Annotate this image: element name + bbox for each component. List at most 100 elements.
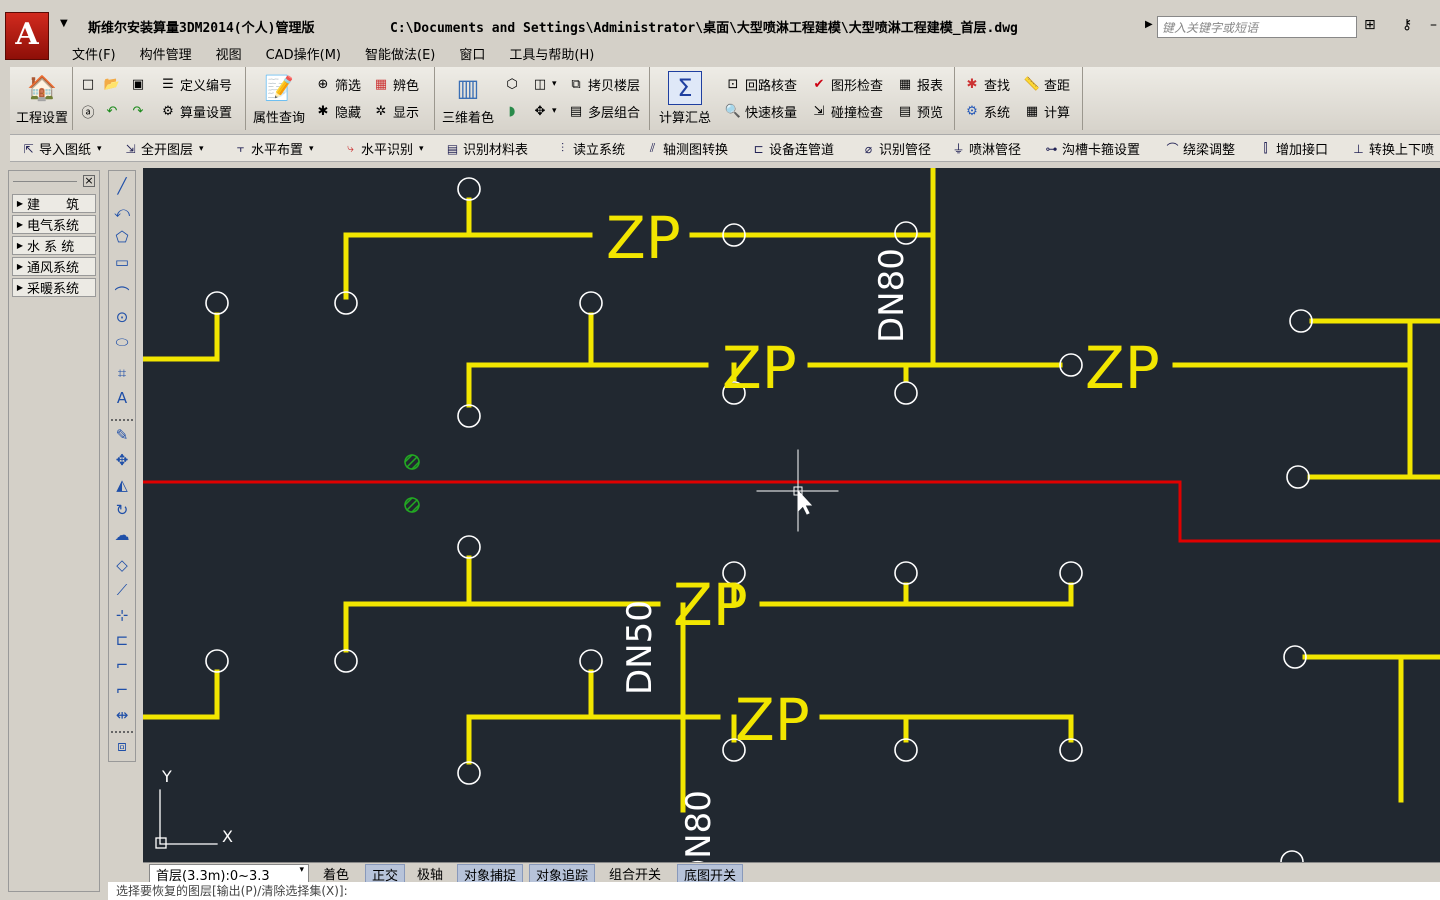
report-button[interactable]: ▦ 报表 <box>896 75 943 94</box>
pan-button[interactable]: ✥ ▾ <box>531 102 557 120</box>
copy-floor-button[interactable]: ⧉ 拷贝楼层 <box>567 75 640 94</box>
pipe-mid-branch-right[interactable] <box>1172 318 1440 480</box>
horizontal-recognize-button[interactable]: ⤷ 水平识别 ▾ <box>342 139 423 158</box>
cloud-tool-icon[interactable]: ☁ <box>111 526 133 548</box>
menu-tools-help[interactable]: 工具与帮助(H) <box>497 42 606 64</box>
expand-arrow-icon[interactable]: ▶ <box>13 262 27 271</box>
label-zp-3[interactable]: ZP <box>1085 334 1160 402</box>
view-cube-button[interactable]: ⬡ <box>503 75 524 93</box>
pipe-left-stub-top[interactable] <box>143 312 220 362</box>
drawing-svg[interactable]: ZP ZP ZP ZP ZP DN80 DN50 DN80 Y X <box>143 168 1440 862</box>
key-icon[interactable]: ⚷ <box>1402 17 1412 33</box>
loop-check-button[interactable]: ⊡ 回路核查 <box>724 75 797 94</box>
project-settings-button[interactable]: 🏠 工程设置 <box>13 71 71 126</box>
tree-item-heating[interactable]: ▶ 采暖系统 <box>12 278 96 297</box>
quick-access-dropdown-icon[interactable]: ▼ <box>60 18 68 29</box>
toggle-group[interactable]: 组合开关 <box>603 864 667 883</box>
groove-clamp-settings-button[interactable]: ⊶ 沟槽卡箍设置 <box>1043 139 1141 159</box>
expand-arrow-icon[interactable]: ▶ <box>13 241 27 250</box>
rotate-tool-icon[interactable]: ↻ <box>111 501 133 523</box>
label-zp-5[interactable]: ZP <box>735 686 810 754</box>
break-tool-icon[interactable]: ⊏ <box>111 631 133 653</box>
convert-up-down-spray-button[interactable]: ⊥ 转换上下喷 <box>1350 139 1434 159</box>
pipe-left-stub-bottom[interactable] <box>143 669 220 720</box>
label-dn80-bottom[interactable]: DN80 <box>679 790 719 862</box>
expand-arrow-icon[interactable]: ▶ <box>13 199 27 208</box>
calc-settings-button[interactable]: ⚙ 算量设置 <box>159 102 232 121</box>
toggle-shading[interactable]: 着色 <box>317 864 355 883</box>
hide-button[interactable]: ✱ 隐藏 <box>314 102 361 121</box>
import-drawing-button[interactable]: ⇱ 导入图纸 ▾ <box>20 139 101 159</box>
tree-item-water[interactable]: ▶ 水 系 统 <box>12 236 96 255</box>
system-button[interactable]: ⚙ 系统 <box>963 102 1010 121</box>
arc-tool-icon[interactable]: ⌒ <box>111 283 133 305</box>
menu-window[interactable]: 窗口 <box>447 42 497 64</box>
preview-button[interactable]: ▤ 预览 <box>896 102 943 121</box>
chevron-down-icon[interactable]: ▾ <box>299 865 304 875</box>
quick-check-button[interactable]: 🔍 快速核量 <box>724 102 797 121</box>
binoculars-icon[interactable]: ⊞ <box>1364 17 1376 33</box>
menu-smart-method[interactable]: 智能做法(E) <box>353 42 447 64</box>
undo-button[interactable]: ↶ <box>103 102 124 120</box>
app-logo[interactable]: A <box>5 12 49 60</box>
tree-item-ventilation[interactable]: ▶ 通风系统 <box>12 257 96 276</box>
label-zp-1[interactable]: ZP <box>606 204 681 272</box>
rectangle-tool-icon[interactable]: ▭ <box>111 253 133 275</box>
calc-summary-button[interactable]: Σ 计算汇总 <box>652 71 718 126</box>
erase-tool-icon[interactable]: ◇ <box>111 556 133 578</box>
label-dn80-top[interactable]: DN80 <box>872 248 912 343</box>
toggle-polar[interactable]: 极轴 <box>411 864 449 883</box>
polygon-tool-icon[interactable]: ⬠ <box>111 228 133 250</box>
move-tool-icon[interactable]: ✥ <box>111 451 133 473</box>
orbit-button[interactable]: ◗ <box>503 102 524 120</box>
three-d-color-button[interactable]: ▥ 三维着色 <box>437 71 499 126</box>
distance-check-button[interactable]: 📏 查距 <box>1023 75 1070 94</box>
view-iso-button[interactable]: ◫ ▾ <box>531 75 557 93</box>
open-file-button[interactable]: 📂 <box>103 75 124 93</box>
circle-tool-icon[interactable]: ⊙ <box>111 308 133 330</box>
fillet-tool-icon[interactable]: ⌐ <box>111 656 133 678</box>
text-button[interactable]: ⓐ <box>79 102 100 121</box>
graphic-check-button[interactable]: ✔ 图形检查 <box>810 75 883 94</box>
recognize-material-table-button[interactable]: ▤ 识别材料表 <box>444 139 528 159</box>
search-input[interactable]: 键入关键字或短语 <box>1157 16 1357 38</box>
hatch-tool-icon[interactable]: ⌗ <box>111 364 133 386</box>
menu-cad-operation[interactable]: CAD操作(M) <box>254 42 353 64</box>
find-button[interactable]: ✱ 查找 <box>963 75 1010 94</box>
define-code-button[interactable]: ☰ 定义编号 <box>159 75 232 94</box>
add-connector-button[interactable]: ⫿ 增加接口 <box>1257 139 1328 158</box>
pipe-bottom-right[interactable] <box>1302 654 1440 803</box>
ellipse-tool-icon[interactable]: ⬭ <box>111 333 133 355</box>
property-query-button[interactable]: 📝 属性查询 <box>248 71 310 126</box>
layer-tool-icon[interactable]: ⧈ <box>111 737 133 759</box>
read-riser-system-button[interactable]: ⫶ 读立系统 <box>554 139 625 158</box>
minimize-icon[interactable]: – <box>1430 17 1437 33</box>
redo-button[interactable]: ↷ <box>129 102 150 120</box>
menu-file[interactable]: 文件(F) <box>60 42 128 64</box>
equipment-connect-pipe-button[interactable]: ⊏ 设备连管道 <box>750 139 834 159</box>
expand-arrow-icon[interactable]: ▶ <box>1145 19 1153 30</box>
chamfer-tool-icon[interactable]: ⌐ <box>111 681 133 703</box>
distinguish-color-button[interactable]: ▦ 辨色 <box>372 75 419 94</box>
close-icon[interactable]: × <box>83 175 95 187</box>
menu-view[interactable]: 视图 <box>204 42 254 64</box>
recognize-pipe-diameter-button[interactable]: ⌀ 识别管径 <box>860 139 931 159</box>
new-file-button[interactable]: □ <box>79 75 100 93</box>
match-property-icon[interactable]: ✎ <box>111 426 133 448</box>
tree-item-building[interactable]: ▶ 建 筑 <box>12 194 96 213</box>
open-all-layers-button[interactable]: ⇲ 全开图层 ▾ <box>122 139 203 159</box>
command-line[interactable]: 选择要恢复的图层[输出(P)/清除选择集(X)]: <box>108 882 1440 900</box>
polyline-tool-icon[interactable]: ⤺ <box>111 203 133 225</box>
sprinkler-heads[interactable] <box>205 177 1313 862</box>
collision-check-button[interactable]: ⇲ 碰撞检查 <box>810 102 883 121</box>
label-zp-4[interactable]: ZP <box>673 571 748 639</box>
label-zp-2[interactable]: ZP <box>722 334 797 402</box>
expand-arrow-icon[interactable]: ▶ <box>13 283 27 292</box>
expand-arrow-icon[interactable]: ▶ <box>13 220 27 229</box>
horizontal-layout-button[interactable]: ⫟ 水平布置 ▾ <box>232 139 314 158</box>
multi-layer-combine-button[interactable]: ▤ 多层组合 <box>567 102 640 121</box>
sprinkler-pipe-diameter-button[interactable]: ⏚ 喷淋管径 <box>950 139 1021 158</box>
extend-tool-icon[interactable]: ⊹ <box>111 606 133 628</box>
label-dn50[interactable]: DN50 <box>620 600 660 695</box>
cad-drawing-canvas[interactable]: ZP ZP ZP ZP ZP DN80 DN50 DN80 Y X <box>143 168 1440 862</box>
